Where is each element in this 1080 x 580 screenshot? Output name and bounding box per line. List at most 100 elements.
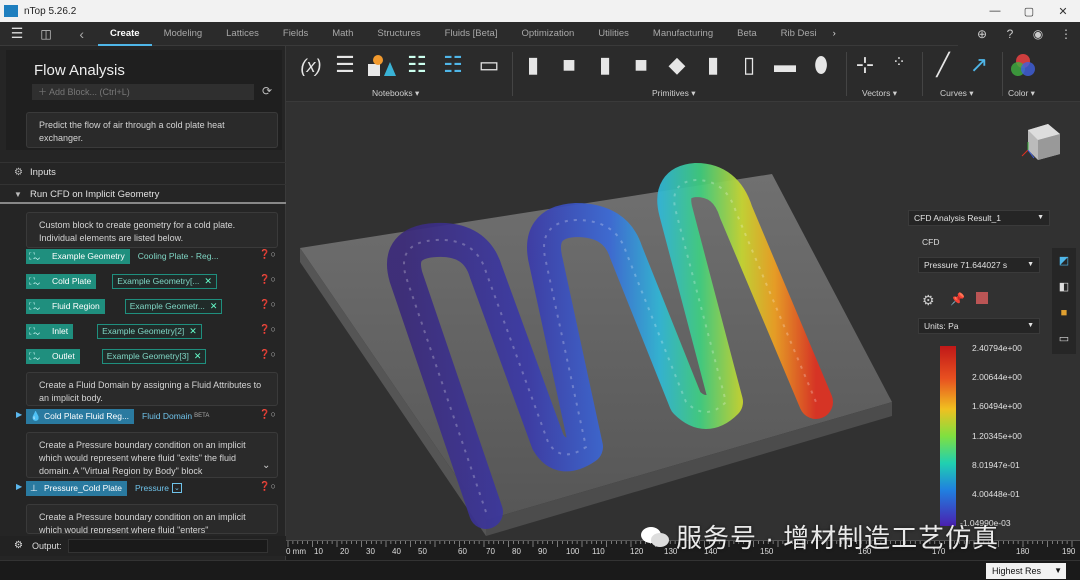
add-block-input[interactable]: ＋ Add Block... (Ctrl+L): [32, 84, 254, 100]
maximize-button[interactable]: ▢: [1012, 5, 1046, 18]
list-edit-icon[interactable]: ☷: [438, 52, 468, 78]
help-dot-icon[interactable]: ❓○: [259, 299, 276, 310]
box-icon[interactable]: ▮: [518, 52, 548, 78]
param-chip[interactable]: ⛶⌄ Example Geometry: [26, 248, 130, 264]
measure-icon[interactable]: ▭: [1052, 326, 1076, 352]
line-icon[interactable]: ╱: [928, 52, 958, 78]
inputs-section[interactable]: ⚙ Inputs: [0, 162, 286, 182]
help-dot-icon[interactable]: ❓○: [259, 481, 276, 492]
param-ref-chip[interactable]: Example Geometry[2] ✕: [97, 323, 202, 339]
capsule-icon[interactable]: ⬮: [806, 52, 836, 78]
remove-icon[interactable]: ✕: [210, 300, 218, 313]
help-dot-icon[interactable]: ❓○: [259, 349, 276, 360]
pressure-block[interactable]: ⊥ Pressure_Cold Plate Pressure ⌄ ❓○: [26, 480, 278, 496]
close-button[interactable]: ✕: [1046, 5, 1080, 18]
param-row-inlet[interactable]: ⛶⌄ Inlet Example Geometry[2] ✕ ❓○: [26, 323, 278, 339]
download-icon[interactable]: ⊕: [968, 27, 996, 41]
tab-fluids[interactable]: Fluids [Beta]: [433, 22, 510, 46]
param-ref-chip[interactable]: Example Geometry[3] ✕: [101, 348, 207, 364]
color-group-label[interactable]: Color ▾: [1008, 88, 1035, 99]
shapes-icon[interactable]: [366, 52, 396, 86]
block-chip[interactable]: 💧 Cold Plate Fluid Reg...: [26, 408, 135, 424]
pin-icon[interactable]: 📌: [950, 292, 965, 306]
streamline-icon[interactable]: ◧: [1052, 274, 1076, 300]
units-select[interactable]: Units: Pa ▼: [918, 318, 1040, 334]
tab-create[interactable]: Create: [98, 22, 152, 46]
chevron-down-icon[interactable]: ⌄: [262, 460, 270, 471]
tab-manufacturing[interactable]: Manufacturing: [641, 22, 725, 46]
tab-structures[interactable]: Structures: [365, 22, 432, 46]
minimize-button[interactable]: —: [978, 5, 1012, 17]
tab-rib-design[interactable]: Rib Desi: [769, 22, 829, 46]
vectors-group-label[interactable]: Vectors ▾: [862, 88, 897, 99]
result-field-select[interactable]: Pressure 71.644027 s ▼: [918, 257, 1040, 273]
help-dot-icon[interactable]: ❓○: [259, 249, 276, 260]
point-icon[interactable]: ⊹: [850, 52, 880, 78]
tab-lattices[interactable]: Lattices: [214, 22, 271, 46]
panel-toggle-icon[interactable]: ◫: [34, 27, 58, 41]
expand-triangle-icon[interactable]: ▶: [16, 410, 22, 419]
line-arrow-icon[interactable]: ↗: [964, 52, 994, 78]
help-dot-icon[interactable]: ❓○: [259, 274, 276, 285]
more-icon[interactable]: ⋮: [1052, 27, 1080, 41]
output-field[interactable]: [68, 539, 268, 553]
color-map-icon[interactable]: ◩: [1052, 248, 1076, 274]
param-row-fluid-region[interactable]: ⛶⌄ Fluid Region Example Geometr... ✕ ❓○: [26, 298, 278, 314]
section-title: Run CFD on Implicit Geometry: [30, 189, 160, 200]
fluid-domain-block[interactable]: 💧 Cold Plate Fluid Reg... Fluid Domain BE…: [26, 408, 278, 424]
chevron-left-icon[interactable]: ‹: [58, 26, 98, 42]
tab-beta[interactable]: Beta: [725, 22, 769, 46]
render-cube-icon[interactable]: ■: [1052, 300, 1076, 326]
tab-modeling[interactable]: Modeling: [152, 22, 215, 46]
tube-icon[interactable]: ▯: [734, 52, 764, 78]
primitives-group-label[interactable]: Primitives ▾: [652, 88, 695, 99]
param-name: Example Geometry: [52, 250, 125, 261]
cube-icon[interactable]: ■: [554, 52, 584, 78]
point-cloud-icon[interactable]: ⁘: [884, 52, 914, 72]
param-chip[interactable]: ⛶⌄ Inlet: [26, 323, 74, 339]
param-ref-chip[interactable]: Example Geometr... ✕: [124, 298, 223, 314]
plate-icon[interactable]: ▮: [590, 52, 620, 78]
variable-icon[interactable]: (x): [296, 56, 326, 77]
notebooks-group-label[interactable]: Notebooks ▾: [372, 88, 419, 99]
block-icon[interactable]: ■: [626, 52, 656, 78]
curves-group-label[interactable]: Curves ▾: [940, 88, 974, 99]
param-chip[interactable]: ⛶⌄ Fluid Region: [26, 298, 105, 314]
param-chip[interactable]: ⛶⌄ Cold Plate: [26, 273, 97, 289]
param-ref-chip[interactable]: Example Geometry[... ✕: [112, 273, 217, 289]
help-icon[interactable]: ?: [996, 27, 1024, 41]
remove-icon[interactable]: ✕: [189, 325, 197, 338]
block-chip[interactable]: ⊥ Pressure_Cold Plate: [26, 480, 127, 496]
dropdown-icon[interactable]: ⌄: [171, 483, 182, 493]
help-dot-icon[interactable]: ❓○: [259, 324, 276, 335]
cube-render-icon[interactable]: [976, 292, 988, 304]
tab-utilities[interactable]: Utilities: [586, 22, 641, 46]
param-row-example-geometry[interactable]: ⛶⌄ Example Geometry Cooling Plate - Reg..…: [26, 248, 278, 264]
help-dot-icon[interactable]: ❓○: [259, 409, 276, 420]
tab-optimization[interactable]: Optimization: [509, 22, 586, 46]
list-add-icon[interactable]: ☷: [402, 52, 432, 78]
remove-icon[interactable]: ✕: [194, 350, 202, 363]
hamburger-menu-icon[interactable]: ☰: [0, 25, 34, 42]
result-dataset-select[interactable]: CFD Analysis Result_1 ▼: [908, 210, 1050, 226]
param-row-cold-plate[interactable]: ⛶⌄ Cold Plate Example Geometry[... ✕ ❓○: [26, 273, 278, 289]
remove-icon[interactable]: ✕: [204, 275, 212, 288]
resolution-select[interactable]: Highest Res ▼: [986, 563, 1066, 579]
cylinder-icon[interactable]: ▮: [698, 52, 728, 78]
account-icon[interactable]: ◉: [1024, 27, 1052, 41]
color-icon[interactable]: [1008, 52, 1038, 86]
disk-icon[interactable]: ▬: [770, 52, 800, 78]
tab-math[interactable]: Math: [320, 22, 365, 46]
wedge-icon[interactable]: ◆: [662, 52, 692, 78]
view-cube[interactable]: [1021, 124, 1060, 160]
list-icon[interactable]: ☰: [330, 52, 360, 78]
refresh-icon[interactable]: ⟳: [262, 84, 272, 98]
tab-fields[interactable]: Fields: [271, 22, 320, 46]
chevron-right-icon[interactable]: ›: [829, 22, 840, 46]
settings-gear-icon[interactable]: ⚙: [922, 292, 935, 309]
expand-triangle-icon[interactable]: ▶: [16, 482, 22, 491]
run-cfd-section[interactable]: ▼ Run CFD on Implicit Geometry: [0, 184, 286, 204]
param-chip[interactable]: ⛶⌄ Outlet: [26, 348, 80, 364]
notebook-check-icon[interactable]: ▭: [474, 52, 504, 78]
param-row-outlet[interactable]: ⛶⌄ Outlet Example Geometry[3] ✕ ❓○: [26, 348, 278, 364]
